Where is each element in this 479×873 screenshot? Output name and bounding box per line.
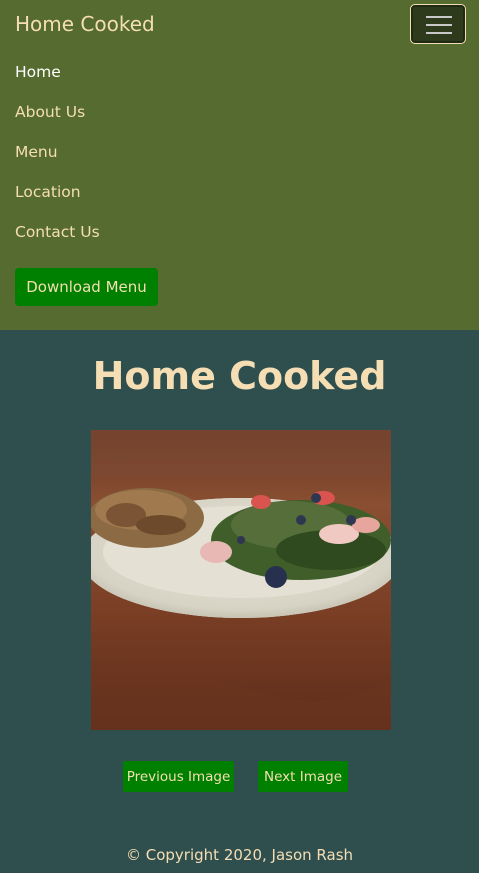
download-menu-button[interactable]: Download Menu <box>15 268 158 306</box>
main-content: Home Cooked Previous Image Next Image © … <box>0 330 479 873</box>
previous-image-button[interactable]: Previous Image <box>123 761 234 792</box>
footer-copyright: © Copyright 2020, Jason Rash <box>125 846 354 864</box>
nav-item-location[interactable]: Location <box>15 183 81 201</box>
nav-item-menu[interactable]: Menu <box>15 143 58 161</box>
page-title: Home Cooked <box>92 354 387 398</box>
next-image-button[interactable]: Next Image <box>258 761 348 792</box>
brand-link[interactable]: Home Cooked <box>15 12 155 36</box>
nav-item-contact-us[interactable]: Contact Us <box>15 223 100 241</box>
nav-menu: Home About Us Menu Location Contact Us <box>15 52 100 252</box>
nav-item-home[interactable]: Home <box>15 63 61 81</box>
nav-item-about-us[interactable]: About Us <box>15 103 85 121</box>
navbar-toggler-button[interactable] <box>410 4 466 44</box>
navbar: Home Cooked Home About Us Menu Location … <box>0 0 479 330</box>
food-photo <box>91 430 391 730</box>
